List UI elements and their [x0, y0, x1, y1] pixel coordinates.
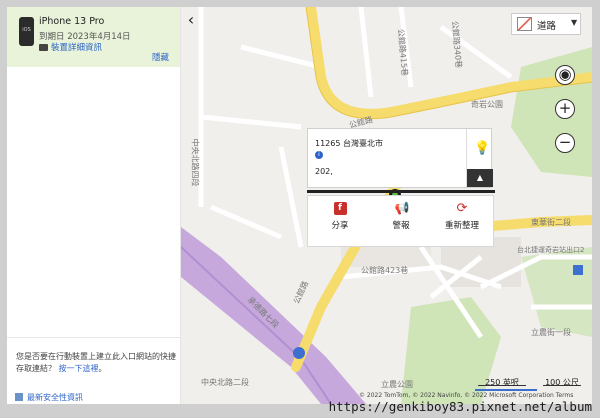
- plus-icon: +: [558, 99, 572, 117]
- popup-divider: [307, 190, 495, 193]
- megaphone-icon: 📢: [394, 201, 410, 215]
- road-label: 奇岩公園: [471, 100, 503, 109]
- learn-more-link[interactable]: 按一下這裡: [59, 364, 99, 373]
- lightbulb-icon[interactable]: 💡: [474, 141, 490, 156]
- scale-feet: 250 英呎: [478, 377, 526, 387]
- device-name: iPhone 13 Pro: [39, 16, 105, 27]
- road-label: 公館路423巷: [361, 266, 409, 275]
- road-label: 中央北路二段: [201, 378, 249, 387]
- phone-icon: iOS: [19, 17, 34, 46]
- back-arrow-icon[interactable]: ‹: [183, 11, 199, 29]
- locate-button[interactable]: ◉: [555, 65, 575, 85]
- shield-icon: [15, 393, 23, 401]
- refresh-button[interactable]: ⟳ 重新整理: [434, 202, 490, 231]
- road-map-icon: [517, 17, 532, 31]
- device-details-link[interactable]: 裝置詳細資訊: [51, 41, 102, 53]
- map-type-label: 道路: [537, 21, 557, 32]
- map-copyright: © 2022 TomTom, © 2022 Navinfo, © 2022 Mi…: [359, 392, 574, 399]
- road-label: 立農公園: [381, 380, 413, 389]
- share-label: 分享: [331, 221, 349, 231]
- security-link[interactable]: 最新安全性資訊: [27, 393, 83, 402]
- road-label: 中央北路四段: [190, 138, 200, 187]
- target-icon: ◉: [558, 65, 572, 83]
- popup-address: 11265 台灣臺北市: [315, 139, 383, 148]
- park-area: [511, 47, 592, 177]
- map-view[interactable]: 公館路 東華街二段 公館路 承德路七段 公館路423巷 奇岩公園 公館路415巷…: [181, 7, 592, 404]
- zoom-out-button[interactable]: −: [555, 133, 575, 153]
- map-type-select[interactable]: 道路 ▼: [511, 13, 581, 35]
- refresh-label: 重新整理: [444, 221, 479, 231]
- minus-icon: −: [558, 133, 572, 151]
- details-icon: [39, 44, 48, 51]
- share-button[interactable]: f 分享: [312, 202, 368, 231]
- watermark: https://genkiboy83.pixnet.net/album: [328, 399, 592, 414]
- road-label: 立農街一段: [531, 328, 571, 337]
- metro-icon: [573, 265, 583, 275]
- facebook-icon: f: [333, 202, 347, 215]
- divider: [7, 337, 180, 338]
- action-bar: f 分享 📢 警報 ⟳ 重新整理: [307, 195, 494, 247]
- refresh-icon: ⟳: [456, 201, 468, 216]
- scale-meters: 100 公尺: [543, 377, 581, 387]
- scale-bar: [475, 389, 537, 391]
- alert-label: 警報: [392, 221, 410, 231]
- park-area: [401, 297, 501, 404]
- chevron-down-icon: ▼: [571, 18, 578, 27]
- device-card[interactable]: iOS iPhone 13 Pro 到期日 2023年4月14日 裝置詳細資訊 …: [7, 7, 180, 67]
- road-label: 東華街二段: [531, 218, 571, 227]
- popup-number: 202,: [315, 167, 333, 176]
- hide-link[interactable]: 隱藏: [152, 51, 169, 63]
- popup-side: 💡 ▲: [466, 129, 493, 187]
- info-icon[interactable]: i: [315, 151, 323, 159]
- shortcut-prompt: 您是否要在行動裝置上建立此入口網站的快捷存取連結？ 按一下這裡。: [16, 352, 176, 373]
- location-popup: 11265 台灣臺北市 i 202, 💡 ▲: [307, 128, 493, 188]
- chevron-up-icon: ▲: [476, 173, 484, 182]
- road-label: 台北捷運奇岩站出口2: [517, 246, 585, 254]
- device-panel: iOS iPhone 13 Pro 到期日 2023年4月14日 裝置詳細資訊 …: [7, 7, 181, 404]
- collapse-button[interactable]: ▲: [467, 169, 493, 187]
- alert-button[interactable]: 📢 警報: [373, 201, 429, 232]
- app-window: iOS iPhone 13 Pro 到期日 2023年4月14日 裝置詳細資訊 …: [7, 7, 592, 404]
- security-info[interactable]: 最新安全性資訊: [15, 392, 83, 403]
- zoom-in-button[interactable]: +: [555, 99, 575, 119]
- highway-shield-icon: [293, 347, 305, 359]
